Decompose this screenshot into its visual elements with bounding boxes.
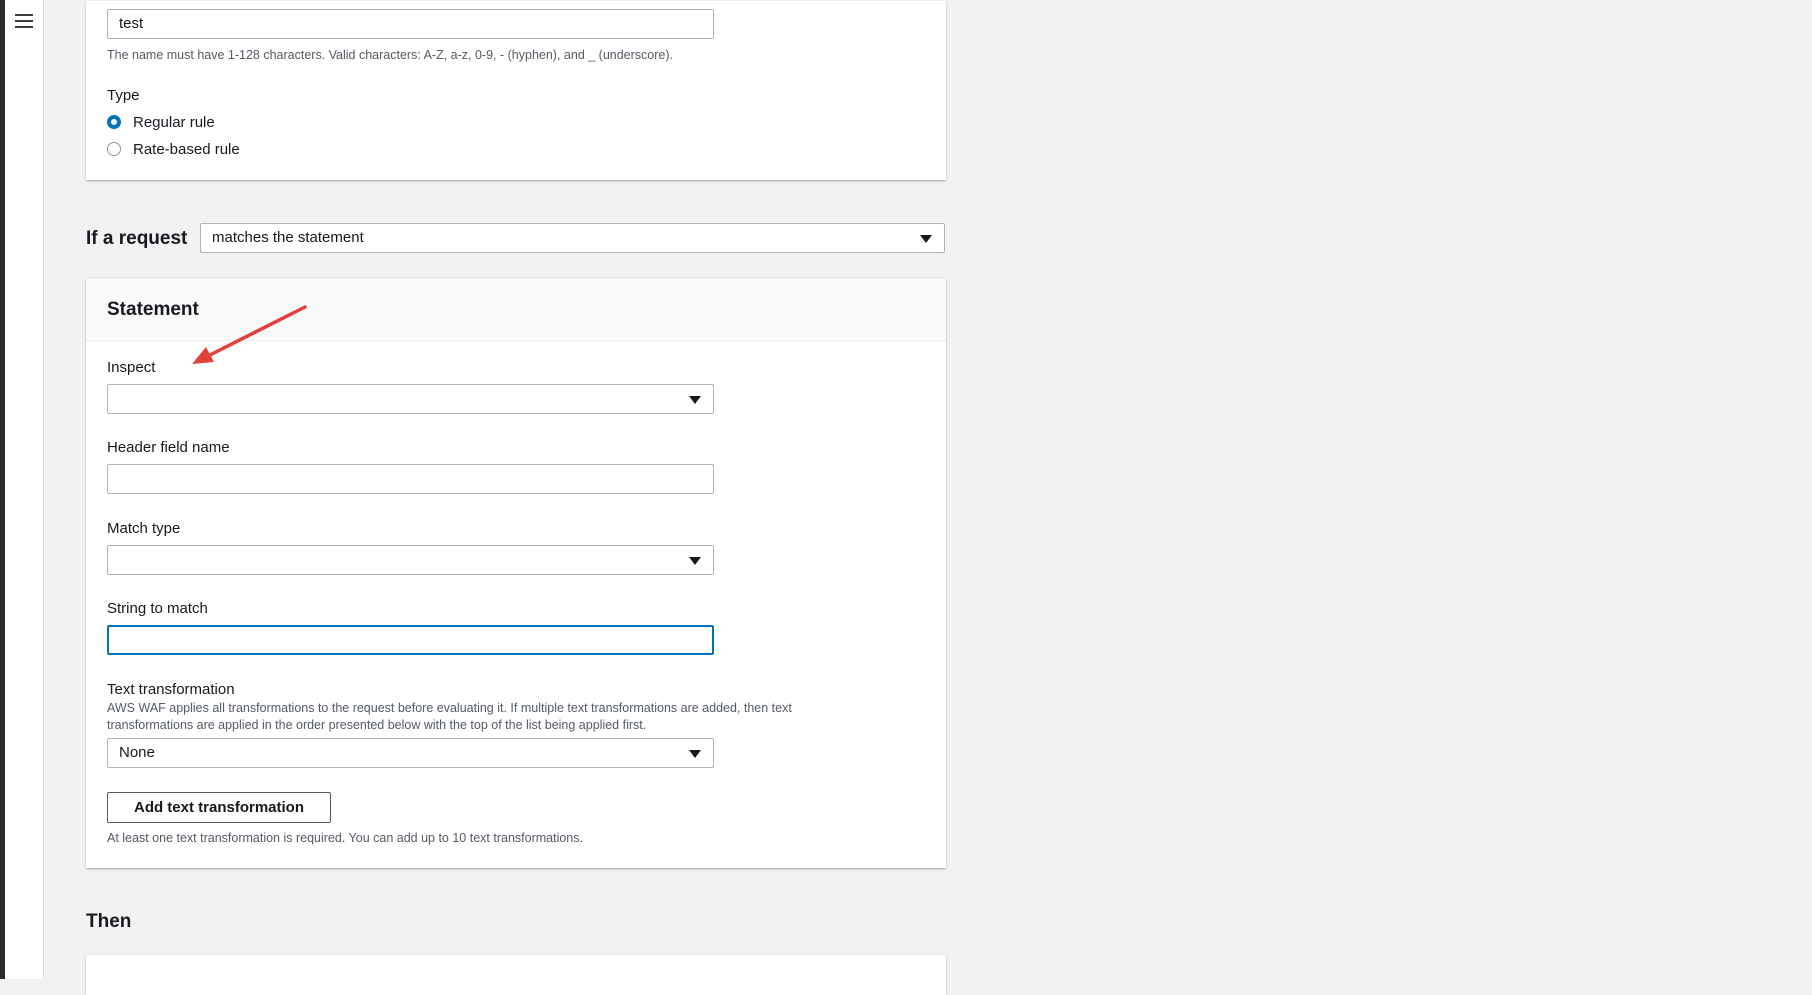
text-transformation-select[interactable]: None — [107, 738, 714, 768]
add-text-transformation-button[interactable]: Add text transformation — [107, 792, 331, 823]
header-field-name-label: Header field name — [107, 439, 230, 456]
inspect-select[interactable] — [107, 384, 714, 414]
radio-rate-based-rule-label[interactable]: Rate-based rule — [133, 141, 240, 158]
caret-down-icon — [689, 557, 701, 565]
annotation-arrow-icon — [192, 305, 307, 364]
add-text-transformation-hint: At least one text transformation is requ… — [107, 831, 583, 845]
then-heading: Then — [86, 911, 132, 932]
caret-down-icon — [920, 235, 932, 243]
match-type-label: Match type — [107, 520, 181, 537]
text-transformation-label: Text transformation — [107, 681, 235, 698]
caret-down-icon — [689, 396, 701, 404]
inspect-label: Inspect — [107, 359, 156, 376]
string-to-match-label: String to match — [107, 600, 208, 617]
rule-settings-panel: test The name must have 1-128 characters… — [86, 0, 946, 180]
radio-rate-based-rule[interactable] — [107, 142, 121, 156]
side-navigation — [5, 0, 44, 979]
radio-regular-rule-label[interactable]: Regular rule — [133, 114, 215, 131]
hamburger-menu-icon[interactable] — [15, 14, 33, 28]
text-transformation-hint-line2: transformations are applied in the order… — [107, 718, 647, 732]
text-transformation-value: None — [119, 744, 155, 761]
request-condition-select[interactable]: matches the statement — [200, 223, 945, 253]
type-label: Type — [107, 87, 140, 104]
header-field-name-input[interactable] — [107, 464, 714, 494]
match-type-select[interactable] — [107, 545, 714, 575]
rule-name-hint: The name must have 1-128 characters. Val… — [107, 48, 673, 62]
action-panel — [86, 954, 946, 995]
text-transformation-hint-line1: AWS WAF applies all transformations to t… — [107, 701, 792, 715]
request-condition-value: matches the statement — [212, 229, 364, 246]
radio-regular-rule[interactable] — [107, 115, 121, 129]
string-to-match-input[interactable] — [107, 625, 714, 655]
if-a-request-label: If a request — [86, 228, 188, 249]
caret-down-icon — [689, 750, 701, 758]
rule-name-value: test — [119, 15, 144, 32]
rule-name-input[interactable]: test — [107, 9, 714, 39]
